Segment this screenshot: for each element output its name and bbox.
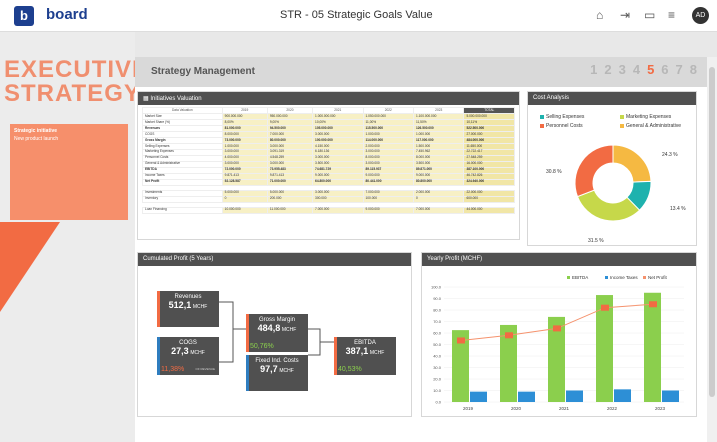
page-2[interactable]: 2 bbox=[604, 62, 611, 77]
y-tick-label: 40.0 bbox=[433, 354, 442, 359]
y-tick-label: 20.0 bbox=[433, 377, 442, 382]
income-taxes-bar bbox=[662, 390, 679, 402]
legend-swatch bbox=[567, 276, 570, 279]
yearly-panel: Yearly Profit (MCHF) 0.0 10.0 20.0 30.0 40.0… bbox=[421, 252, 697, 417]
initiatives-table: Data Valuation 2019 2020 2021 2022 2023 TOTAL … bbox=[142, 107, 515, 214]
net-profit-marker bbox=[601, 304, 609, 311]
page-selector: 12345678 bbox=[590, 62, 697, 77]
legend-selling: Selling Expenses bbox=[540, 114, 584, 120]
ebitda-bar bbox=[596, 295, 613, 402]
y-tick-label: 60.0 bbox=[433, 331, 442, 336]
legend-label: EBITDA bbox=[572, 275, 588, 280]
page-6[interactable]: 6 bbox=[661, 62, 668, 77]
revenues-box[interactable]: Revenues 512,1 MCHF bbox=[157, 291, 219, 327]
y-tick-label: 100.0 bbox=[431, 285, 442, 290]
legend-marketing: Marketing Expenses bbox=[620, 114, 671, 120]
top-bar: b board STR - 05 Strategic Goals Value ⌂… bbox=[0, 0, 717, 32]
page-7[interactable]: 7 bbox=[676, 62, 683, 77]
income-taxes-bar bbox=[566, 390, 583, 402]
cumulated-panel: Cumulated Profit (5 Years) Revenues 512,… bbox=[137, 252, 412, 417]
page-header: Strategy Management 12345678 bbox=[135, 57, 707, 87]
initiatives-panel: ▦ Initiatives Valuation Data Valuation 20… bbox=[137, 91, 520, 240]
cost-analysis-panel: Cost Analysis Selling Expenses Marketing… bbox=[527, 91, 697, 246]
x-tick-label: 2021 bbox=[559, 406, 570, 411]
income-taxes-bar bbox=[518, 391, 535, 402]
table-cell[interactable]: 9.000.000 bbox=[362, 206, 414, 214]
cumulated-header: Cumulated Profit (5 Years) bbox=[138, 253, 411, 266]
cogs-box[interactable]: COGS 27,3 MCHF 11,38% OF REVENUE bbox=[157, 337, 219, 375]
scroll-thumb[interactable] bbox=[709, 67, 715, 397]
y-tick-label: 70.0 bbox=[433, 319, 442, 324]
slice-label: 13.4 % bbox=[670, 206, 686, 212]
y-tick-label: 80.0 bbox=[433, 308, 442, 313]
net-profit-marker bbox=[457, 337, 465, 344]
table-icon[interactable]: ▦ bbox=[143, 96, 149, 102]
page-1[interactable]: 1 bbox=[590, 62, 597, 77]
y-tick-label: 0.0 bbox=[435, 400, 441, 405]
page-title: Strategy Management bbox=[151, 66, 255, 77]
slice-general-administrative[interactable] bbox=[612, 144, 652, 183]
slice-label: 30.8 % bbox=[546, 169, 562, 175]
legend-swatch bbox=[643, 276, 646, 279]
table-cell[interactable]: 11.000.000 bbox=[266, 206, 314, 214]
income-taxes-bar bbox=[470, 391, 487, 402]
vertical-scrollbar[interactable] bbox=[707, 57, 717, 442]
home-icon[interactable]: ⌂ bbox=[596, 8, 603, 22]
table-cell[interactable]: 10.000.000 bbox=[221, 206, 268, 214]
legend-general-admin: General & Administrative bbox=[620, 123, 681, 129]
table-cell: Loan Financing bbox=[142, 206, 223, 214]
app-title: STR - 05 Strategic Goals Value bbox=[280, 9, 433, 21]
board-wordmark: board bbox=[46, 6, 88, 23]
gross-margin-box[interactable]: Gross Margin 484,8 MCHF 50,76% bbox=[246, 314, 308, 352]
note-title: Strategic initiative bbox=[14, 128, 58, 134]
cost-analysis-header: Cost Analysis bbox=[528, 92, 696, 105]
page-5[interactable]: 5 bbox=[647, 62, 654, 77]
slice-label: 31.5 % bbox=[588, 238, 604, 244]
y-tick-label: 10.0 bbox=[433, 388, 442, 393]
initiatives-header: ▦ Initiatives Valuation bbox=[138, 92, 519, 105]
cost-donut-chart: 24.3 % 13.4 % 31.5 % 30.8 % bbox=[546, 144, 686, 244]
board-logo-icon[interactable]: b bbox=[14, 6, 34, 26]
note-box: Strategic initiative New product launch bbox=[10, 124, 128, 220]
chat-icon[interactable]: ▭ bbox=[644, 8, 655, 22]
table-cell[interactable]: 7.000.000 bbox=[312, 206, 364, 214]
page-8[interactable]: 8 bbox=[690, 62, 697, 77]
legend-personnel: Personnel Costs bbox=[540, 123, 583, 129]
table-cell: 44.000.000 bbox=[463, 206, 515, 214]
slice-label: 24.3 % bbox=[662, 152, 678, 158]
x-tick-label: 2023 bbox=[655, 406, 666, 411]
y-tick-label: 30.0 bbox=[433, 365, 442, 370]
yearly-chart: 0.0 10.0 20.0 30.0 40.0 50.0 60.0 70.0 80.0 90.0 1… bbox=[431, 275, 684, 411]
y-tick-label: 90.0 bbox=[433, 296, 442, 301]
left-sidebar: EXECUTIVE STRATEGY Strategic initiative … bbox=[0, 32, 135, 442]
x-tick-label: 2019 bbox=[463, 406, 474, 411]
ebitda-bar bbox=[644, 292, 661, 402]
net-profit-marker bbox=[505, 332, 513, 339]
initiatives-title: Initiatives Valuation bbox=[150, 96, 202, 102]
legend-swatch bbox=[605, 276, 608, 279]
table-cell[interactable]: 7.000.000 bbox=[412, 206, 465, 214]
table-row[interactable]: Loan Financing 10.000.000 11.000.000 7.000.… bbox=[142, 206, 515, 214]
legend-label: Income Taxes bbox=[610, 275, 638, 280]
ebitda-box[interactable]: EBITDA 387,1 MCHF 40,53% bbox=[334, 337, 396, 375]
note-body: New product launch bbox=[14, 136, 59, 142]
income-taxes-bar bbox=[614, 389, 631, 402]
page-3[interactable]: 3 bbox=[619, 62, 626, 77]
exit-icon[interactable]: ⇥ bbox=[620, 8, 630, 22]
avatar[interactable]: AD bbox=[692, 7, 709, 24]
legend-label: Net Profit bbox=[648, 275, 668, 280]
page-4[interactable]: 4 bbox=[633, 62, 640, 77]
x-tick-label: 2020 bbox=[511, 406, 522, 411]
strategy-word: STRATEGY bbox=[4, 80, 135, 107]
decor-triangle bbox=[0, 222, 60, 312]
fixed-costs-box[interactable]: Fixed Ind. Costs 97,7 MCHF bbox=[246, 355, 308, 391]
yearly-header: Yearly Profit (MCHF) bbox=[422, 253, 696, 266]
slice-personnel-costs[interactable] bbox=[574, 144, 614, 198]
net-profit-marker bbox=[649, 301, 657, 308]
y-tick-label: 50.0 bbox=[433, 342, 442, 347]
menu-icon[interactable]: ≡ bbox=[668, 8, 675, 22]
net-profit-marker bbox=[553, 325, 561, 332]
x-tick-label: 2022 bbox=[607, 406, 618, 411]
